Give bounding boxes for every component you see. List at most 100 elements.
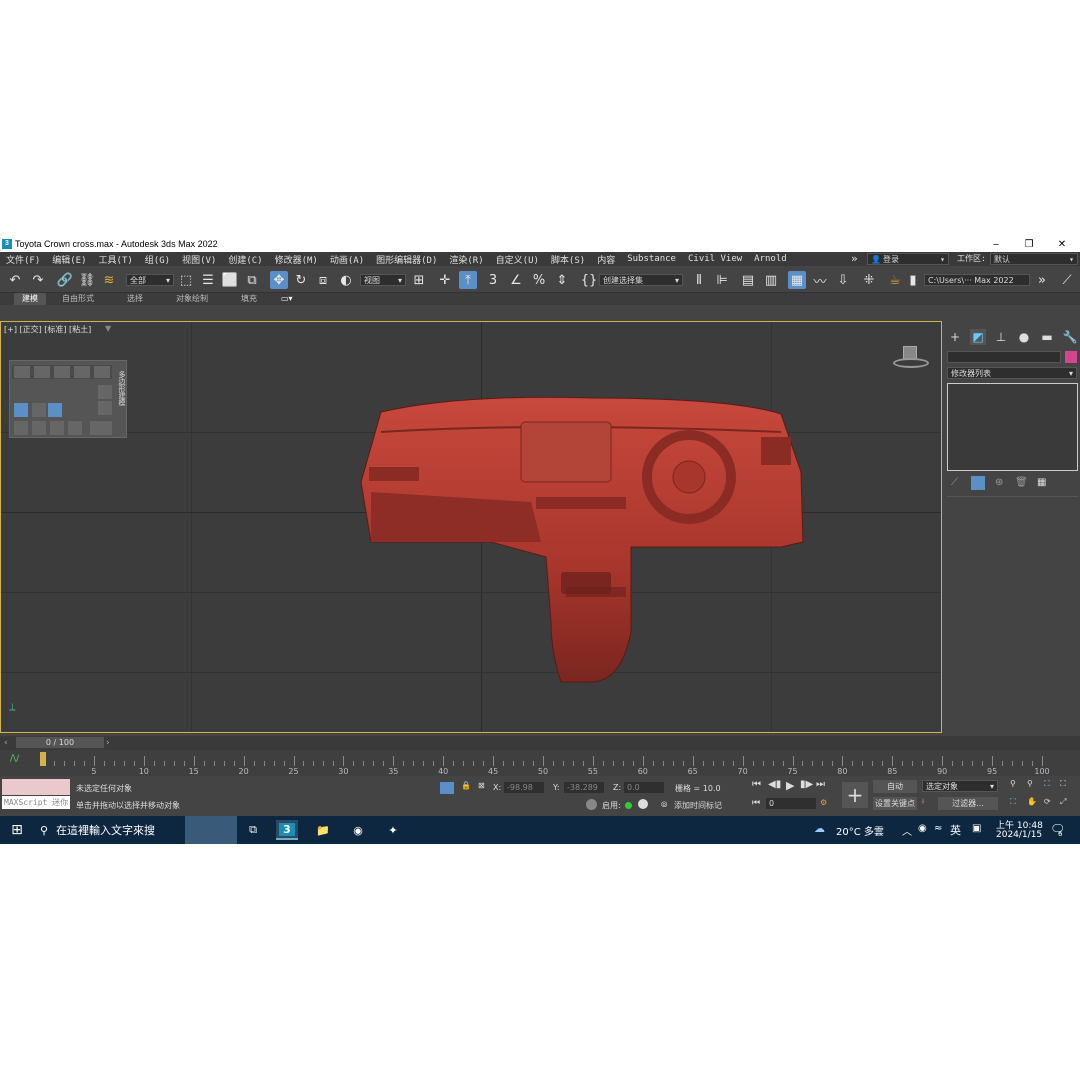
select-and-rotate-icon[interactable]: ↻ [292,271,310,289]
key-mode-icon[interactable]: ⏮ [752,798,760,808]
polygon-icon[interactable] [74,366,90,378]
tool-icon[interactable] [32,421,46,435]
viewport[interactable]: [+] [正交] [标准] [粘土] ▼ 多边形建模 ⟂ [0,321,942,733]
percent-snap-icon[interactable]: % [530,271,548,289]
auto-key-button[interactable]: 自动 [873,780,917,793]
maxscript-listener-output[interactable] [2,779,70,795]
ref-coord-dropdown[interactable]: 视图 ▾ [360,274,406,286]
prev-frame-icon[interactable]: ‹ [4,738,8,748]
clock-date[interactable]: 2024/1/15 [996,830,1042,840]
previous-key-icon[interactable]: ◀▮ [768,779,781,790]
tab-freeform[interactable]: 自由形式 [62,293,94,305]
ime-indicator[interactable]: 英 [950,822,961,838]
track-bar[interactable]: /\/ 5 10 15 20 25 30 35 40 45 50 55 60 65 70 75 80 85 90 9… [0,750,1080,776]
network-icon[interactable]: ◉ [918,823,927,834]
menu-graph-editors[interactable]: 图形编辑器(D) [370,253,443,266]
spinner-snap-icon[interactable]: ⇕ [553,271,571,289]
orbit-icon[interactable]: ⟳ [1044,797,1051,806]
menu-create[interactable]: 创建(C) [222,253,268,266]
task-view-icon[interactable]: ⧉ [242,820,264,840]
menu-rendering[interactable]: 渲染(R) [443,253,489,266]
selection-lock-icon[interactable]: 🔒 [461,781,471,790]
menu-modifiers[interactable]: 修改器(M) [269,253,324,266]
next-frame-icon[interactable]: › [106,738,110,748]
utilities-tab-icon[interactable]: 🔧 [1062,329,1078,345]
border-icon[interactable] [54,366,70,378]
window-crossing-icon[interactable]: ⧉ [243,271,261,289]
y-coordinate-field[interactable]: -38.289 [564,782,604,793]
modifier-list-dropdown[interactable]: 修改器列表 ▾ [947,367,1077,379]
maxscript-input[interactable]: MAXScript 迷你 [2,796,70,809]
modify-mode-icon[interactable] [14,403,28,417]
snaps-toggle-icon[interactable]: 3 [484,271,502,289]
align-icon[interactable]: ⊫ [713,271,731,289]
set-key-icon[interactable]: + [842,782,868,808]
shift-icon[interactable] [32,403,46,417]
constraint-icon[interactable] [48,403,62,417]
curve-editor-mini-icon[interactable]: /\/ [10,754,19,764]
adaptive-degradation-icon[interactable] [586,799,597,810]
layer-explorer-icon[interactable]: ▥ [762,271,780,289]
scene-explorer-icon[interactable]: ▤ [739,271,757,289]
ribbon-options-icon[interactable]: ▭▾ [281,293,293,305]
taskbar-search[interactable]: ⚲ 在這裡輸入文字來搜 [34,816,184,844]
app-icon[interactable]: ✦ [382,820,404,840]
hierarchy-tab-icon[interactable]: ⊥ [993,329,1009,345]
element-icon[interactable] [94,366,110,378]
remove-modifier-icon[interactable]: 🗑 [1015,477,1028,488]
rendered-frame-window-icon[interactable]: ▮ [904,271,922,289]
select-object-icon[interactable]: ⬚ [177,271,195,289]
redo-icon[interactable]: ↷ [29,271,47,289]
menu-substance[interactable]: Substance [621,254,682,264]
select-and-place-icon[interactable]: ◐ [337,271,355,289]
search-highlight-image[interactable] [185,816,237,844]
project-path-field[interactable]: C:\Users\··· Max 2022 [924,274,1030,286]
tab-object-paint[interactable]: 对象绘制 [176,293,208,305]
windows-start-icon[interactable]: ⊞ [6,820,28,840]
weather-icon[interactable]: ☁ [814,822,825,835]
render-setup-icon[interactable]: ☕ [886,271,904,289]
maximize-viewport-icon[interactable]: ⤢ [1060,797,1066,807]
menu-group[interactable]: 组(G) [139,253,176,266]
configure-modifier-sets-icon[interactable]: ▦ [1037,477,1046,488]
zoom-extents-icon[interactable]: ⛶ [1044,779,1050,789]
show-end-result-icon[interactable] [971,476,985,490]
menu-edit[interactable]: 编辑(E) [46,253,92,266]
schematic-view-icon[interactable]: ⇩ [834,271,852,289]
toggle-ribbon-icon[interactable]: ▦ [788,271,806,289]
link-icon[interactable]: 🔗 [56,271,74,289]
keyboard-icon[interactable]: ▣ [972,823,981,834]
modifier-stack[interactable] [947,383,1078,471]
dashboard-model[interactable] [341,392,821,692]
selection-filter-dropdown[interactable]: 全部 ▾ [126,274,174,286]
menu-tools[interactable]: 工具(T) [93,253,139,266]
3dsmax-taskbar-icon[interactable]: 3 [276,820,298,840]
edge-icon[interactable] [34,366,50,378]
tab-selection[interactable]: 选择 [127,293,143,305]
select-and-scale-icon[interactable]: ⧈ [314,271,332,289]
angle-snap-icon[interactable]: ∠ [507,271,525,289]
pin-stack-icon[interactable]: ⟋ [951,477,958,488]
info-icon[interactable] [638,799,648,809]
z-coordinate-field[interactable]: 0.0 [624,782,664,793]
edit-named-sets-icon[interactable]: {} [580,271,598,289]
file-explorer-icon[interactable]: 📁 [312,820,334,840]
create-tab-icon[interactable]: + [947,329,963,345]
key-filter-dropdown[interactable]: 选定对象 ▾ [922,780,998,792]
tool-icon[interactable] [14,421,28,435]
make-unique-icon[interactable]: ⊛ [995,477,1003,488]
render-icon[interactable]: ⟋ [1058,271,1076,289]
menu-content[interactable]: 内容 [591,253,621,266]
tool-icon[interactable] [68,421,82,435]
zoom-all-icon[interactable]: ⚲ [1027,779,1033,788]
undo-icon[interactable]: ↶ [6,271,24,289]
modify-tab-icon[interactable]: ◩ [970,329,986,345]
time-slider-thumb[interactable]: 0 / 100 [16,737,104,748]
play-icon[interactable]: ▶ [786,779,794,792]
vertex-icon[interactable] [14,366,30,378]
menu-file[interactable]: 文件(F) [0,253,46,266]
login-dropdown[interactable]: 👤 登录 ▾ [867,253,949,265]
select-by-name-icon[interactable]: ☰ [199,271,217,289]
menu-civil-view[interactable]: Civil View [682,254,748,264]
side-tool-icon[interactable] [98,401,112,415]
